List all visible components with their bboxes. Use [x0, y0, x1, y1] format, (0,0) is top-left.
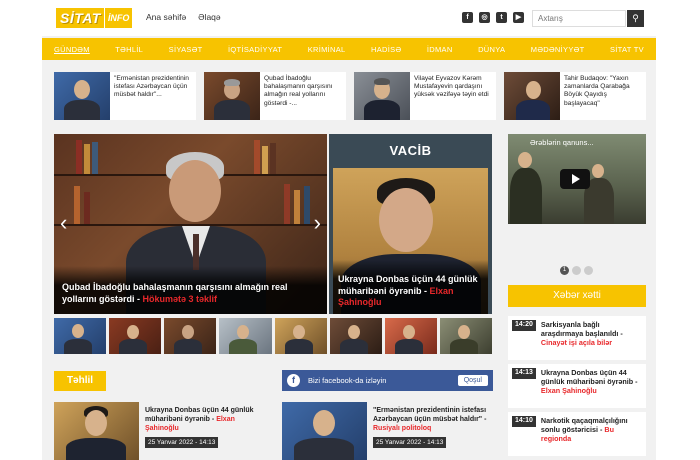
strip-thumbnail	[504, 72, 560, 120]
facebook-join-button[interactable]: Qoşul	[457, 375, 488, 386]
news-headline-red: Cinayət işi açıla bilər	[540, 338, 613, 347]
facebook-follow-text: Bizi facebook-da izləyin	[308, 376, 387, 385]
social-links: f ◎ t ▶	[462, 12, 524, 23]
article-headline: "Ermənistan prezidentinin istefası Azərb…	[373, 407, 487, 423]
article-headline: Ukrayna Donbas üçün 44 günlük müharibəni…	[145, 407, 254, 423]
article-image	[282, 402, 367, 460]
pagination-dot[interactable]	[572, 266, 581, 275]
article-headline-red: Rusiyalı politoloq	[373, 425, 432, 432]
nav-item-dunya[interactable]: DÜNYA	[478, 45, 505, 54]
strip-headline: Vilayət Eyvazov Kərəm Mustafayevin qarda…	[414, 75, 489, 99]
news-feed-title: Xəbər xətti	[508, 285, 646, 307]
strip-headline: "Ermənistan prezidentinin istefası Azərb…	[114, 75, 189, 99]
slide-caption-red: Hökumətə 3 təklif	[142, 293, 218, 304]
nav-item-iqtisadiyyat[interactable]: İQTİSADİYYAT	[228, 45, 282, 54]
news-headline-text: Narkotik qaçaqmalçılığını sonlu göstəric…	[540, 416, 628, 434]
pagination-dot[interactable]: 1	[560, 266, 569, 275]
nav-item-siyaset[interactable]: SİYASƏT	[169, 45, 203, 54]
strip-thumbnail	[54, 72, 110, 120]
vacib-caption-text: Ukrayna Donbas üçün 44 günlük müharibəni…	[338, 274, 478, 296]
search-button[interactable]: ⚲	[627, 10, 644, 27]
search-input[interactable]: Axtarış	[532, 10, 626, 27]
list-item[interactable]: 14:10 Narkotik qaçaqmalçılığını sonlu gö…	[508, 412, 646, 456]
strip-item[interactable]: "Ermənistan prezidentinin istefası Azərb…	[54, 72, 196, 120]
news-headline-text: Sarkisyanla bağlı araşdırmaya başlanıldı…	[540, 320, 623, 338]
nav-item-hadise[interactable]: HADİSƏ	[371, 45, 401, 54]
vacib-block[interactable]: VACİB Ukrayna Donbas üçün 44 günlük müha…	[329, 134, 492, 314]
article-date: 25 Yanvar 2022 - 14:13	[373, 437, 447, 448]
slider-prev-arrow[interactable]: ‹	[60, 212, 67, 234]
slider-thumbnails	[54, 318, 492, 356]
nav-item-kriminal[interactable]: KRİMİNAL	[308, 45, 346, 54]
main-slider[interactable]: ‹ › Qubad İbadoğlu bahalaşmanın qarşısın…	[54, 134, 327, 314]
play-icon[interactable]	[560, 169, 590, 189]
strip-item[interactable]: Qubad İbadoğlu bahalaşmanın qarşısını al…	[204, 72, 346, 120]
slider-thumbnail[interactable]	[54, 318, 107, 354]
news-headline: Ukrayna Donbas üçün 44 günlük müharibəni…	[541, 368, 643, 404]
logo-sub-text: İNFO	[103, 8, 133, 28]
slider-thumbnail[interactable]	[329, 318, 382, 354]
slider-thumbnail[interactable]	[274, 318, 327, 354]
article-card[interactable]: "Ermənistan prezidentinin istefası Azərb…	[282, 402, 494, 460]
page: SİTAT İNFO Ana səhifə Əlaqə f ◎ t ▶ Axta…	[42, 0, 656, 460]
news-time: 14:20	[512, 320, 536, 331]
slider-thumbnail[interactable]	[439, 318, 492, 354]
news-strip: "Ermənistan prezidentinin istefası Azərb…	[54, 72, 646, 124]
slider-thumbnail[interactable]	[219, 318, 272, 354]
news-time: 14:10	[512, 416, 536, 427]
news-headline-text: Ukrayna Donbas üçün 44 günlük müharibəni…	[540, 368, 638, 386]
slide-caption: Qubad İbadoğlu bahalaşmanın qarşısını al…	[54, 266, 327, 314]
nav-item-medeniyyet[interactable]: MƏDƏNİYYƏT	[531, 45, 585, 54]
article-date: 25 Yanvar 2022 - 14:13	[145, 437, 219, 448]
strip-item[interactable]: Tahir Budaqov: "Yaxın zamanlarda Qarabağ…	[504, 72, 646, 120]
strip-headline: Tahir Budaqov: "Yaxın zamanlarda Qarabağ…	[564, 75, 630, 107]
news-headline-red: Elxan Şahinoğlu	[540, 386, 597, 395]
tehlil-section-title[interactable]: Təhlil	[54, 371, 106, 391]
top-links: Ana səhifə Əlaqə	[146, 12, 221, 22]
list-item[interactable]: 14:20 Sarkisyanla bağlı araşdırmaya başl…	[508, 316, 646, 360]
logo-main-text: SİTAT	[56, 8, 104, 28]
vacib-caption: Ukrayna Donbas üçün 44 günlük müharibəni…	[333, 260, 488, 314]
slider-thumbnail[interactable]	[384, 318, 437, 354]
strip-item[interactable]: Vilayət Eyvazov Kərəm Mustafayevin qarda…	[354, 72, 496, 120]
strip-thumbnail	[204, 72, 260, 120]
video-player[interactable]: Ərəblərin qanuns...	[508, 134, 646, 224]
news-headline: Sarkisyanla bağlı araşdırmaya başlanıldı…	[541, 320, 643, 356]
news-headline: Narkotik qaçaqmalçılığını sonlu göstəric…	[541, 416, 643, 452]
vacib-title: VACİB	[389, 143, 432, 158]
strip-thumbnail	[354, 72, 410, 120]
twitter-icon[interactable]: t	[496, 12, 507, 23]
facebook-follow-bar: f Bizi facebook-da izləyin Qoşul	[282, 370, 493, 391]
nav-item-sitat-tv[interactable]: SİTAT TV	[610, 45, 644, 54]
nav-item-gundem[interactable]: GÜNDƏM	[54, 45, 90, 54]
main-nav: GÜNDƏM TƏHLİL SİYASƏT İQTİSADİYYAT KRİMİ…	[42, 38, 656, 60]
video-title: Ərəblərin qanuns...	[530, 138, 594, 147]
facebook-icon: f	[287, 374, 300, 387]
list-item[interactable]: 14:13 Ukrayna Donbas üçün 44 günlük müha…	[508, 364, 646, 408]
video-pagination: 1	[560, 266, 593, 275]
strip-headline: Qubad İbadoğlu bahalaşmanın qarşısını al…	[264, 75, 333, 107]
news-time: 14:13	[512, 368, 536, 379]
article-text: Ukrayna Donbas üçün 44 günlük müharibəni…	[145, 402, 266, 460]
article-image	[54, 402, 139, 460]
home-link[interactable]: Ana səhifə	[146, 12, 186, 22]
header: SİTAT İNFO Ana səhifə Əlaqə f ◎ t ▶ Axta…	[42, 0, 656, 36]
site-logo[interactable]: SİTAT İNFO	[56, 8, 133, 28]
slider-next-arrow[interactable]: ›	[314, 212, 321, 234]
slider-thumbnail[interactable]	[109, 318, 162, 354]
slider-thumbnail[interactable]	[164, 318, 217, 354]
news-feed-list: 14:20 Sarkisyanla bağlı araşdırmaya başl…	[508, 316, 646, 460]
youtube-icon[interactable]: ▶	[513, 12, 524, 23]
nav-item-tehlil[interactable]: TƏHLİL	[115, 45, 143, 54]
pagination-dot[interactable]	[584, 266, 593, 275]
article-card[interactable]: Ukrayna Donbas üçün 44 günlük müharibəni…	[54, 402, 266, 460]
search-icon: ⚲	[632, 13, 639, 23]
instagram-icon[interactable]: ◎	[479, 12, 490, 23]
facebook-icon[interactable]: f	[462, 12, 473, 23]
article-text: "Ermənistan prezidentinin istefası Azərb…	[373, 402, 494, 460]
nav-item-idman[interactable]: İDMAN	[427, 45, 453, 54]
contact-link[interactable]: Əlaqə	[198, 12, 220, 22]
